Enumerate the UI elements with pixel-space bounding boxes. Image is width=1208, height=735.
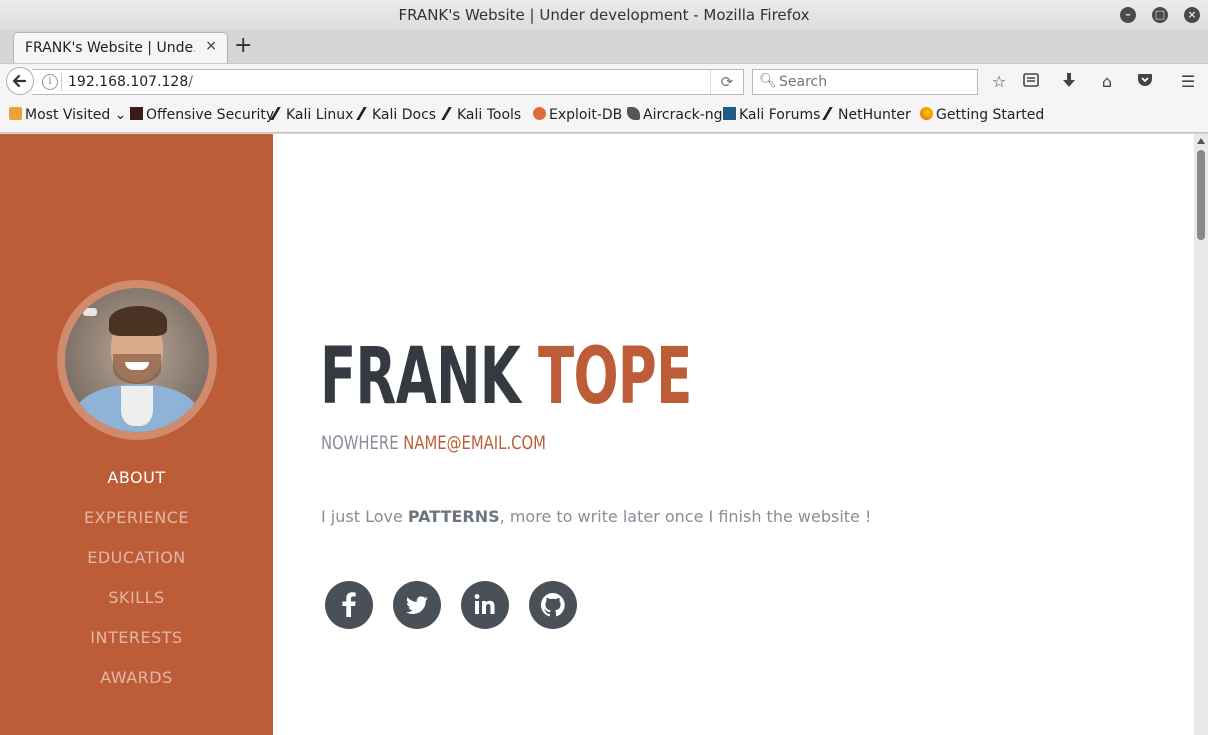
kali-forums-icon (723, 107, 736, 120)
firefox-icon (920, 107, 933, 120)
search-icon: 🔍︎ (759, 73, 777, 89)
maximize-icon[interactable]: □ (1152, 7, 1168, 23)
kali-icon (356, 107, 373, 120)
intro-text: I just Love PATTERNS, more to write late… (321, 507, 871, 526)
bookmark-label: Aircrack-ng (643, 107, 723, 123)
back-button[interactable] (6, 67, 34, 95)
bookmark-kali-forums[interactable]: Kali Forums (723, 107, 820, 123)
search-box[interactable]: 🔍︎ (752, 69, 978, 95)
linkedin-icon[interactable] (461, 581, 509, 629)
window-titlebar: FRANK's Website | Under development - Mo… (0, 0, 1208, 30)
intro-text-end: , more to write later once I finish the … (499, 507, 872, 526)
offsec-icon (130, 107, 143, 120)
facebook-icon[interactable] (325, 581, 373, 629)
last-name: TOPE (538, 332, 692, 422)
chevron-down-icon: ⌄ (114, 107, 127, 123)
bookmark-offensive-security[interactable]: Offensive Security (130, 107, 274, 123)
bookmark-label: Exploit-DB (549, 107, 623, 123)
page-title: FRANK TOPE (320, 336, 692, 418)
kali-icon (822, 107, 839, 120)
nav-skills[interactable]: SKILLS (0, 587, 273, 627)
home-icon[interactable]: ⌂ (1096, 72, 1118, 92)
scroll-up-icon[interactable] (1197, 138, 1205, 144)
profile-photo (65, 288, 209, 432)
bookmark-label: Kali Tools (457, 107, 522, 123)
profile-avatar (57, 280, 217, 440)
sidebar: ABOUT EXPERIENCE EDUCATION SKILLS INTERE… (0, 134, 273, 735)
tab-label: FRANK's Website | Unde... (25, 40, 195, 56)
first-name: FRANK (320, 332, 521, 422)
url-text[interactable]: 192.168.107.128/ (68, 74, 193, 90)
exploitdb-icon (533, 107, 546, 120)
close-window-icon[interactable]: × (1184, 7, 1200, 23)
bookmark-getting-started[interactable]: Getting Started (920, 107, 1044, 123)
bookmark-label: Kali Linux (286, 107, 354, 123)
location-text: NOWHERE (321, 432, 399, 454)
bookmark-label: Getting Started (936, 107, 1045, 123)
bookmark-kali-docs[interactable]: Kali Docs (356, 107, 437, 123)
nav-about[interactable]: ABOUT (0, 467, 273, 507)
reading-list-icon[interactable] (1020, 72, 1042, 92)
url-host: 192.168.107.128 (68, 74, 189, 90)
url-separator (61, 73, 62, 91)
email-link[interactable]: NAME@EMAIL.COM (403, 432, 546, 454)
new-tab-button[interactable]: + (234, 34, 252, 58)
bookmarks-toolbar: Most Visited ⌄ Offensive Security Kali L… (0, 99, 1208, 133)
url-path: / (188, 74, 193, 90)
bookmark-nethunter[interactable]: NetHunter (822, 107, 911, 123)
bookmark-star-icon[interactable]: ☆ (988, 72, 1010, 92)
search-input[interactable] (777, 73, 971, 91)
twitter-icon[interactable] (393, 581, 441, 629)
downloads-icon[interactable] (1058, 72, 1080, 92)
bookmark-label: NetHunter (838, 107, 911, 123)
folder-icon (9, 107, 22, 120)
bookmark-exploit-db[interactable]: Exploit-DB (533, 107, 622, 123)
intro-text-start: I just Love (321, 507, 408, 526)
bookmark-label: Kali Docs (372, 107, 437, 123)
reload-icon[interactable]: ⟳ (710, 70, 743, 94)
url-bar[interactable]: i 192.168.107.128/ ⟳ (32, 69, 744, 95)
site-info-icon[interactable]: i (42, 74, 58, 90)
minimize-icon[interactable]: – (1120, 7, 1136, 23)
navigation-toolbar: i 192.168.107.128/ ⟳ 🔍︎ ☆ ⌂ ☰ (0, 63, 1208, 99)
bookmark-aircrack-ng[interactable]: Aircrack-ng (627, 107, 723, 123)
aircrack-icon (627, 107, 640, 120)
window-title: FRANK's Website | Under development - Mo… (398, 6, 810, 24)
bookmark-most-visited[interactable]: Most Visited ⌄ (9, 107, 126, 123)
bookmark-label: Most Visited (25, 107, 111, 123)
page-scrollbar[interactable] (1194, 134, 1208, 735)
bookmark-label: Offensive Security (146, 107, 275, 123)
menu-icon[interactable]: ☰ (1177, 72, 1199, 92)
kali-icon (441, 107, 458, 120)
tab-franks-website[interactable]: FRANK's Website | Unde... × (13, 32, 228, 63)
web-page: ABOUT EXPERIENCE EDUCATION SKILLS INTERE… (0, 134, 1194, 735)
contact-subheading: NOWHERE NAME@EMAIL.COM (321, 432, 546, 454)
nav-experience[interactable]: EXPERIENCE (0, 507, 273, 547)
nav-education[interactable]: EDUCATION (0, 547, 273, 587)
pocket-icon[interactable] (1134, 72, 1156, 92)
nav-interests[interactable]: INTERESTS (0, 627, 273, 667)
tab-close-icon[interactable]: × (205, 38, 217, 54)
scrollbar-thumb[interactable] (1197, 150, 1205, 240)
intro-text-bold: PATTERNS (407, 507, 500, 526)
about-section: FRANK TOPE NOWHERE NAME@EMAIL.COM I just… (273, 134, 1194, 735)
bookmark-label: Kali Forums (739, 107, 821, 123)
nav-awards[interactable]: AWARDS (0, 667, 273, 707)
bookmark-kali-linux[interactable]: Kali Linux (270, 107, 354, 123)
bookmark-kali-tools[interactable]: Kali Tools (441, 107, 522, 123)
tab-strip: FRANK's Website | Unde... × + (0, 30, 1208, 63)
back-arrow-icon (12, 74, 27, 88)
github-icon[interactable] (529, 581, 577, 629)
sidebar-nav: ABOUT EXPERIENCE EDUCATION SKILLS INTERE… (0, 467, 273, 707)
